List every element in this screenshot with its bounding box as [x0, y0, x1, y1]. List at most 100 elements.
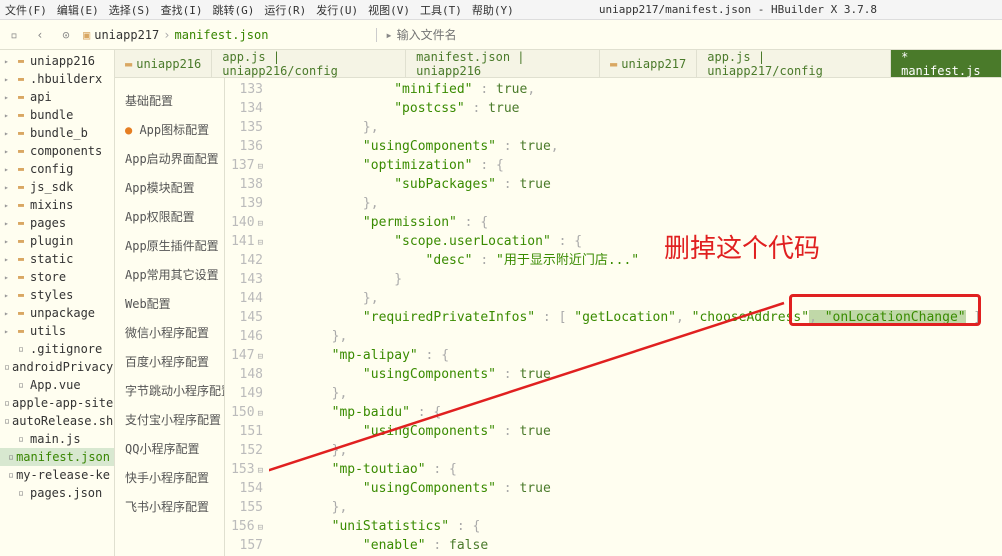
tree-item-.hbuilderx[interactable]: ▸▬.hbuilderx [0, 70, 114, 88]
folder-icon: ▬ [14, 182, 28, 193]
tree-item-config[interactable]: ▸▬config [0, 160, 114, 178]
settings-label: 支付宝小程序配置 [125, 413, 221, 427]
tree-item-utils[interactable]: ▸▬utils [0, 322, 114, 340]
tree-item-bundle[interactable]: ▸▬bundle [0, 106, 114, 124]
tree-item-pages[interactable]: ▸▬pages [0, 214, 114, 232]
tree-item-uniapp216[interactable]: ▸▬uniapp216 [0, 52, 114, 70]
menu-run[interactable]: 运行(R) [264, 2, 306, 18]
editor-tab[interactable]: app.js | uniapp216/config [212, 50, 406, 77]
menu-edit[interactable]: 编辑(E) [57, 2, 99, 18]
code-line[interactable]: "usingComponents" : true [269, 422, 1002, 441]
tree-item-unpackage[interactable]: ▸▬unpackage [0, 304, 114, 322]
code-line[interactable]: "minified" : true, [269, 80, 1002, 99]
new-file-icon[interactable]: ▫ [5, 26, 23, 44]
tree-item-apple-app-site-[interactable]: ▫apple-app-site- [0, 394, 114, 412]
file-tree[interactable]: ▸▬uniapp216▸▬.hbuilderx▸▬api▸▬bundle▸▬bu… [0, 50, 115, 556]
code-line[interactable]: "subPackages" : true [269, 175, 1002, 194]
code-line[interactable]: } [269, 270, 1002, 289]
menu-find[interactable]: 查找(I) [161, 2, 203, 18]
menubar: 文件(F) 编辑(E) 选择(S) 查找(I) 跳转(G) 运行(R) 发行(U… [0, 0, 1002, 20]
settings-item[interactable]: App常用其它设置 [115, 260, 224, 289]
code-line[interactable]: "uniStatistics" : { [269, 517, 1002, 536]
code-line[interactable]: }, [269, 194, 1002, 213]
tree-item-my-release-ke[interactable]: ▫my-release-ke [0, 466, 114, 484]
tree-item-autoRelease.sh[interactable]: ▫autoRelease.sh [0, 412, 114, 430]
tree-item-.gitignore[interactable]: ▫.gitignore [0, 340, 114, 358]
tree-item-label: autoRelease.sh [12, 414, 113, 428]
line-number: 148 [225, 365, 269, 384]
settings-item[interactable]: Web配置 [115, 289, 224, 318]
code-line[interactable]: "optimization" : { [269, 156, 1002, 175]
breadcrumb-project[interactable]: uniapp217 [94, 28, 159, 42]
editor-tab[interactable]: * manifest.js [891, 50, 1002, 77]
tree-item-androidPrivacy[interactable]: ▫androidPrivacy [0, 358, 114, 376]
settings-item[interactable]: 百度小程序配置 [115, 347, 224, 376]
settings-item[interactable]: App模块配置 [115, 173, 224, 202]
code-line[interactable]: "mp-toutiao" : { [269, 460, 1002, 479]
code-line[interactable]: "mp-alipay" : { [269, 346, 1002, 365]
line-number: 137 [225, 156, 269, 175]
menu-file[interactable]: 文件(F) [5, 2, 47, 18]
settings-item[interactable]: QQ小程序配置 [115, 434, 224, 463]
tree-item-plugin[interactable]: ▸▬plugin [0, 232, 114, 250]
editor-tab[interactable]: ▬uniapp217 [600, 50, 697, 77]
forward-icon[interactable]: ⊙ [57, 26, 75, 44]
tree-item-bundle_b[interactable]: ▸▬bundle_b [0, 124, 114, 142]
editor-tab[interactable]: ▬uniapp216 [115, 50, 212, 77]
code-line[interactable]: }, [269, 327, 1002, 346]
menu-help[interactable]: 帮助(Y) [472, 2, 514, 18]
tree-item-pages.json[interactable]: ▫pages.json [0, 484, 114, 502]
settings-item[interactable]: App权限配置 [115, 202, 224, 231]
code-line[interactable]: "scope.userLocation" : { [269, 232, 1002, 251]
editor-tab[interactable]: manifest.json | uniapp216 [406, 50, 600, 77]
settings-item[interactable]: ● App图标配置 [115, 115, 224, 144]
settings-item[interactable]: 字节跳动小程序配置 [115, 376, 224, 405]
back-icon[interactable]: ‹ [31, 26, 49, 44]
code-line[interactable]: "desc" : "用于显示附近门店..." [269, 251, 1002, 270]
settings-item[interactable]: App原生插件配置 [115, 231, 224, 260]
tree-item-App.vue[interactable]: ▫App.vue [0, 376, 114, 394]
code-line[interactable]: "enable" : false [269, 536, 1002, 555]
tree-item-store[interactable]: ▸▬store [0, 268, 114, 286]
settings-item[interactable]: 支付宝小程序配置 [115, 405, 224, 434]
tree-item-api[interactable]: ▸▬api [0, 88, 114, 106]
code-line[interactable]: }, [269, 441, 1002, 460]
breadcrumb-file[interactable]: manifest.json [175, 28, 269, 42]
settings-item[interactable]: 微信小程序配置 [115, 318, 224, 347]
tree-item-manifest.json[interactable]: ▫manifest.json [0, 448, 114, 466]
folder-icon: ▬ [14, 200, 28, 211]
menu-publish[interactable]: 发行(U) [316, 2, 358, 18]
code-line[interactable]: }, [269, 498, 1002, 517]
settings-item[interactable]: 快手小程序配置 [115, 463, 224, 492]
menu-select[interactable]: 选择(S) [109, 2, 151, 18]
menu-goto[interactable]: 跳转(G) [213, 2, 255, 18]
settings-label: 飞书小程序配置 [125, 500, 209, 514]
line-number: 136 [225, 137, 269, 156]
settings-item[interactable]: App启动界面配置 [115, 144, 224, 173]
line-gutter: 1331341351361371381391401411421431441451… [225, 78, 269, 556]
code-line[interactable]: "permission" : { [269, 213, 1002, 232]
code-line[interactable]: }, [269, 384, 1002, 403]
menu-view[interactable]: 视图(V) [368, 2, 410, 18]
tree-item-static[interactable]: ▸▬static [0, 250, 114, 268]
code-lines[interactable]: 删掉这个代码 "minified" : true, "postcss" : tr… [269, 78, 1002, 556]
code-line[interactable]: }, [269, 118, 1002, 137]
tree-item-main.js[interactable]: ▫main.js [0, 430, 114, 448]
code-line[interactable]: "mp-baidu" : { [269, 403, 1002, 422]
settings-item[interactable]: 飞书小程序配置 [115, 492, 224, 521]
code-editor[interactable]: 1331341351361371381391401411421431441451… [225, 78, 1002, 556]
code-line[interactable]: "usingComponents" : true, [269, 137, 1002, 156]
tree-item-styles[interactable]: ▸▬styles [0, 286, 114, 304]
menu-tools[interactable]: 工具(T) [420, 2, 462, 18]
tree-item-components[interactable]: ▸▬components [0, 142, 114, 160]
code-line[interactable]: "usingComponents" : true [269, 479, 1002, 498]
editor-tab[interactable]: app.js | uniapp217/config [697, 50, 891, 77]
tree-item-mixins[interactable]: ▸▬mixins [0, 196, 114, 214]
settings-item[interactable]: 基础配置 [115, 86, 224, 115]
folder-icon: ▬ [14, 272, 28, 283]
search-input[interactable] [397, 28, 552, 42]
code-line[interactable]: "postcss" : true [269, 99, 1002, 118]
code-line[interactable]: "usingComponents" : true [269, 365, 1002, 384]
tree-item-js_sdk[interactable]: ▸▬js_sdk [0, 178, 114, 196]
tree-item-label: .hbuilderx [30, 72, 102, 86]
